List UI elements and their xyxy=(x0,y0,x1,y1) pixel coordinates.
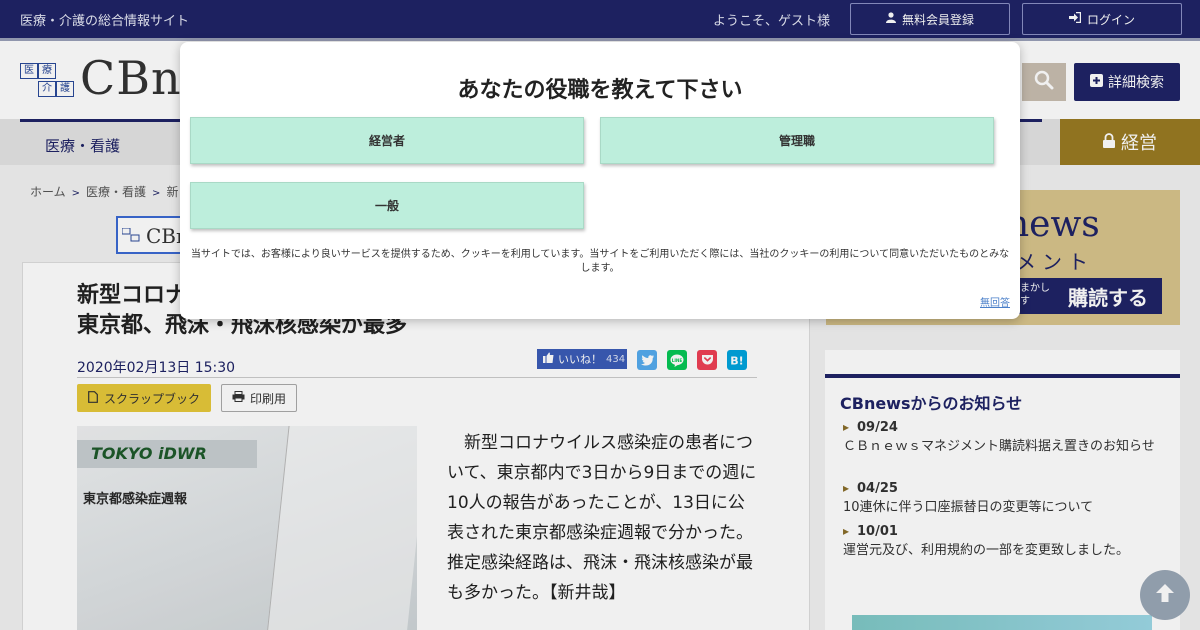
role-option-general[interactable]: 一般 xyxy=(190,182,584,229)
modal-question: あなたの役職を教えて下さい xyxy=(457,78,743,103)
no-answer-link[interactable]: 無回答 xyxy=(980,294,1010,309)
role-option-executive[interactable]: 経営者 xyxy=(190,117,584,164)
role-survey-modal: あなたの役職を教えて下さい 経営者 管理職 一般 当サイトでは、お客様により良い… xyxy=(180,42,1020,319)
role-option-manager[interactable]: 管理職 xyxy=(600,117,994,164)
cookie-notice: 当サイトでは、お客様により良いサービスを提供するため、クッキーを利用しています。… xyxy=(190,249,1010,274)
